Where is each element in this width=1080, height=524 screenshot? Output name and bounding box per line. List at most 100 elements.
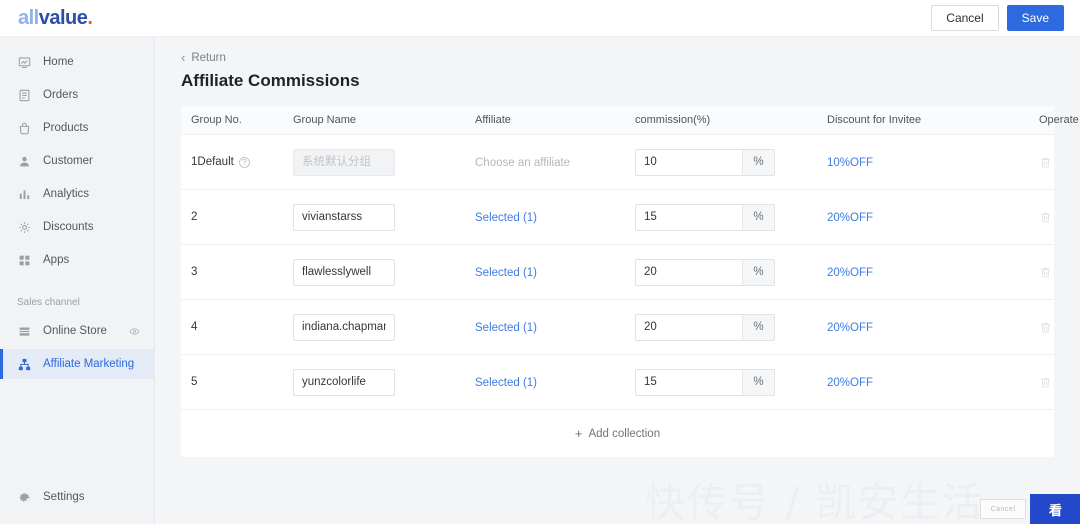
delete-icon[interactable] [1039,376,1052,389]
column-header-operate: Operate [1039,114,1079,126]
group-name-input[interactable] [293,258,395,286]
discount-link[interactable]: 20%OFF [827,212,873,224]
sidebar-item-customer[interactable]: Customer [0,146,154,176]
cell-commission: % [635,368,827,396]
percent-suffix: % [742,259,774,285]
sidebar-item-analytics[interactable]: Analytics [0,179,154,209]
apps-icon [17,253,31,267]
affiliate-selected-link[interactable]: Selected (1) [475,377,537,389]
top-bar: allvalue. Cancel Save [0,0,1080,37]
commission-input-group: % [635,258,775,286]
group-no-value: 3 [191,266,198,278]
save-button[interactable]: Save [1006,5,1064,31]
add-collection-button[interactable]: + Add collection [181,410,1054,457]
commission-input-group: % [635,368,775,396]
sidebar-item-discounts[interactable]: Discounts [0,212,154,242]
main-content: ‹ Return Affiliate Commissions Group No.… [155,37,1080,524]
cell-group-name [293,368,475,396]
corner-badge: Cancel 看 [980,494,1080,524]
info-icon[interactable]: ? [238,156,250,168]
column-header-commission: commission(%) [635,114,711,126]
sidebar-item-orders[interactable]: Orders [0,80,154,110]
cell-affiliate: Selected (1) [475,263,635,281]
logo-text-value: value [38,7,88,29]
affiliate-selected-link[interactable]: Selected (1) [475,212,537,224]
sidebar-item-products[interactable]: Products [0,113,154,143]
gear-icon [17,490,31,504]
column-header-group-name: Group Name [293,114,356,126]
table-row: 1Default ? Choose an affiliate % [181,135,1054,190]
delete-icon[interactable] [1039,266,1052,279]
sidebar-item-label: Affiliate Marketing [43,358,135,370]
group-name-input[interactable] [293,368,395,396]
column-header-affiliate: Affiliate [475,114,511,126]
add-collection-label: Add collection [588,427,661,440]
cell-operate [1039,211,1064,224]
cell-affiliate: Selected (1) [475,208,635,226]
online-store-icon [17,324,31,338]
cell-group-name [293,148,475,176]
delete-icon[interactable] [1039,156,1052,169]
group-no-value: 5 [191,376,198,388]
cell-group-no: 2 [191,211,293,223]
home-icon [17,55,31,69]
eye-icon[interactable] [129,326,140,337]
cell-group-name [293,258,475,286]
commission-input-group: % [635,313,775,341]
orders-icon [17,88,31,102]
app-root: allvalue. Cancel Save Home Orders Produc… [0,0,1080,524]
delete-icon[interactable] [1039,321,1052,334]
cell-group-name [293,313,475,341]
table-row: 4 Selected (1) % 20% [181,300,1054,355]
commission-input[interactable] [636,204,742,230]
cell-discount: 20%OFF [827,318,1039,336]
table-header-row: Group No. Group Name Affiliate commissio… [181,106,1079,135]
corner-badge-logo: 看 [1030,494,1080,524]
cell-discount: 20%OFF [827,263,1039,281]
discount-link[interactable]: 10%OFF [827,157,873,169]
sidebar-item-affiliate-marketing[interactable]: Affiliate Marketing [0,349,154,379]
cell-group-no: 4 [191,321,293,333]
cancel-button[interactable]: Cancel [931,5,999,31]
analytics-icon [17,187,31,201]
allvalue-logo[interactable]: allvalue. [18,7,93,29]
affiliate-icon [17,357,31,371]
group-name-input[interactable] [293,313,395,341]
chevron-left-icon: ‹ [181,50,186,65]
commission-input[interactable] [636,369,742,395]
affiliate-selected-link[interactable]: Selected (1) [475,322,537,334]
sidebar-item-label: Home [43,56,74,68]
logo-dot: . [87,7,93,29]
cell-discount: 10%OFF [827,153,1039,171]
cell-discount: 20%OFF [827,373,1039,391]
cell-operate [1039,376,1064,389]
commission-input[interactable] [636,149,742,175]
percent-suffix: % [742,149,774,175]
column-header-group-no: Group No. [191,114,242,126]
cell-group-no: 1Default ? [191,156,293,168]
table-row: 3 Selected (1) % 20% [181,245,1054,300]
sidebar-bottom: Settings [0,482,154,524]
cell-operate [1039,266,1064,279]
return-link[interactable]: ‹ Return [181,51,1054,64]
cell-discount: 20%OFF [827,208,1039,226]
sidebar-item-settings[interactable]: Settings [0,482,154,512]
sidebar-item-online-store[interactable]: Online Store [0,316,154,346]
discount-link[interactable]: 20%OFF [827,322,873,334]
plus-icon: + [574,426,583,441]
discount-link[interactable]: 20%OFF [827,267,873,279]
sidebar-item-home[interactable]: Home [0,47,154,77]
logo-text-all: all [18,7,39,29]
products-icon [17,121,31,135]
sidebar-item-apps[interactable]: Apps [0,245,154,275]
sidebar-item-label: Customer [43,155,93,167]
group-name-input[interactable] [293,203,395,231]
percent-suffix: % [742,369,774,395]
commission-input[interactable] [636,314,742,340]
discount-link[interactable]: 20%OFF [827,377,873,389]
cell-commission: % [635,148,827,176]
commission-input[interactable] [636,259,742,285]
affiliate-choose-link[interactable]: Choose an affiliate [475,157,570,169]
delete-icon[interactable] [1039,211,1052,224]
affiliate-selected-link[interactable]: Selected (1) [475,267,537,279]
